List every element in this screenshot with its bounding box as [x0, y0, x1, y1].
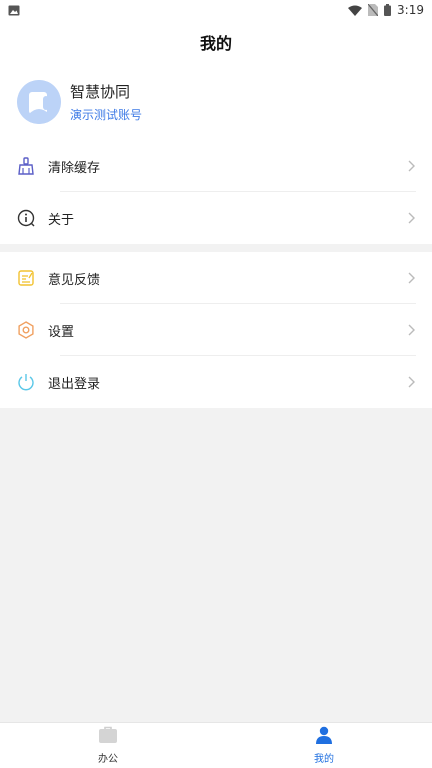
feedback-label: 意见反馈 [48, 272, 101, 288]
menu-group-1: 清除缓存 关于 [0, 140, 432, 244]
profile-name: 智慧协同 [70, 83, 131, 101]
menu-group-2: 意见反馈 设置 退出登录 [0, 252, 432, 408]
screen: 3:19 我的 智慧协同 演示测试账号 清除缓存 关于 意见反馈 设置 退出登录… [0, 0, 432, 768]
bottom-nav: 办公 我的 [0, 722, 432, 768]
chevron-right-icon [406, 271, 416, 285]
tab-office[interactable]: 办公 [0, 723, 216, 768]
broom-icon [16, 156, 36, 176]
wifi-icon [348, 5, 363, 16]
status-bar: 3:19 [0, 0, 432, 20]
settings-icon [16, 320, 36, 340]
avatar[interactable] [17, 80, 61, 124]
user-icon [315, 726, 333, 748]
clock-time: 3:19 [397, 3, 424, 17]
logout-item[interactable]: 退出登录 [0, 356, 432, 408]
settings-item[interactable]: 设置 [0, 304, 432, 356]
logout-label: 退出登录 [48, 376, 101, 392]
profile-account-label: 演示测试账号 [70, 108, 143, 122]
tab-mine[interactable]: 我的 [216, 723, 432, 768]
page-header: 我的 [0, 20, 432, 64]
chevron-right-icon [406, 375, 416, 389]
briefcase-icon [98, 726, 118, 748]
clear-cache-label: 清除缓存 [48, 160, 101, 176]
about-label: 关于 [48, 212, 75, 228]
battery-icon [384, 4, 392, 16]
info-icon [16, 208, 36, 228]
chevron-right-icon [406, 323, 416, 337]
about-item[interactable]: 关于 [0, 192, 432, 244]
feedback-icon [16, 268, 36, 288]
feedback-item[interactable]: 意见反馈 [0, 252, 432, 304]
clear-cache-item[interactable]: 清除缓存 [0, 140, 432, 192]
image-icon [8, 5, 20, 16]
tab-mine-label: 我的 [314, 754, 334, 765]
tab-office-label: 办公 [98, 754, 118, 765]
power-icon [16, 372, 36, 392]
settings-label: 设置 [48, 324, 75, 340]
profile-card[interactable]: 智慧协同 演示测试账号 [0, 64, 432, 140]
page-title: 我的 [199, 34, 232, 53]
default-avatar-icon [17, 80, 61, 124]
chevron-right-icon [406, 159, 416, 173]
chevron-right-icon [406, 211, 416, 225]
no-sim-icon [368, 4, 379, 16]
